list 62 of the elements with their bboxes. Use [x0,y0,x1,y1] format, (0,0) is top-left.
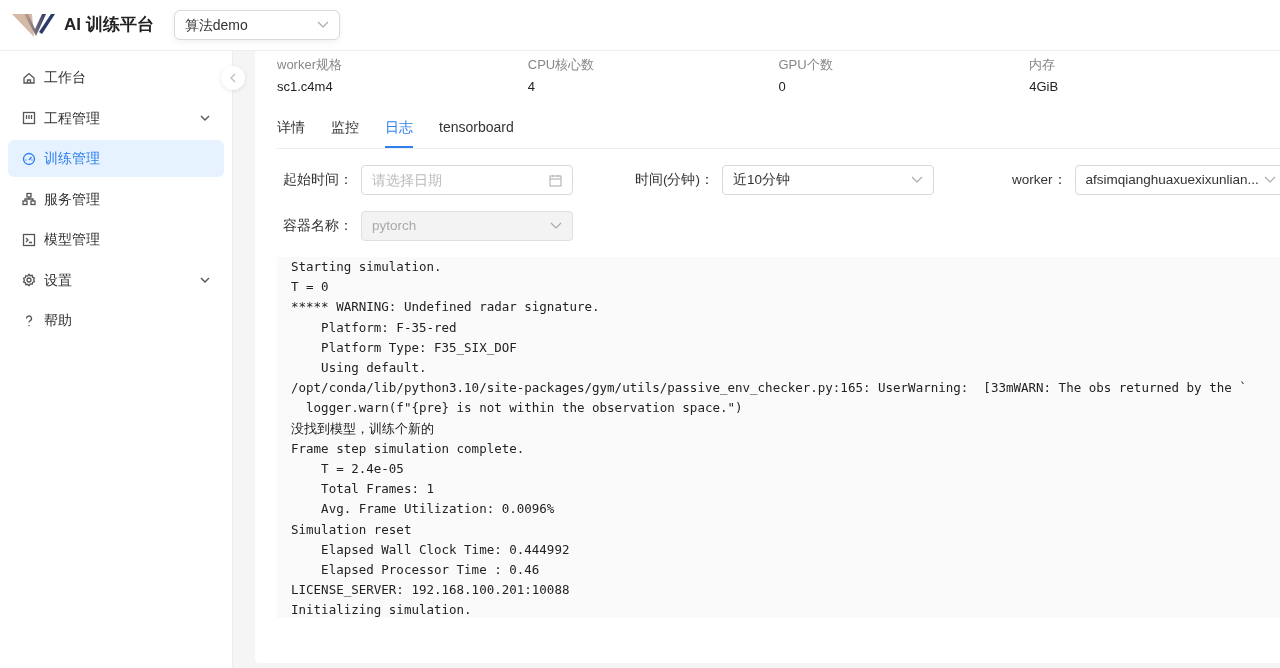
log-line: Elapsed Processor Time : 0.46 [320,561,541,580]
sidebar-item[interactable]: 工作台 [8,59,224,96]
date-field[interactable]: 请选择日期 [361,165,573,195]
chevron-down-icon [550,222,562,230]
tab[interactable]: tensorboard [439,112,514,148]
spec-value: 0 [778,77,787,96]
log-line: ***** WARNING: Undefined radar signature. [291,298,601,317]
home-icon [22,70,36,85]
spec-label: 内存 [1029,56,1057,74]
sidebar-item[interactable]: 设置 [8,261,224,299]
log-line: Initializing simulation. [291,601,473,618]
log-line: Avg. Frame Utilization: 0.0096% [320,500,556,519]
log-line: Using default. [320,359,428,377]
filter-label: 起始时间： [283,170,353,189]
logo-icon [12,12,56,38]
spec-label: worker规格 [277,56,343,74]
log-line: /opt/conda/lib/python3.10/site-packages/gym/utils/passive_env_checker.py:165: UserWarning: [33mWARN: The obs returned by the ` [291,379,1248,398]
spec-value: 4GiB [1029,77,1060,96]
chevron-down-icon [911,176,923,184]
tab[interactable]: 日志 [385,112,413,148]
log-line: Starting simulation. [291,258,443,276]
app-title: AI 训练平台 [64,14,154,37]
settings-icon [22,273,36,287]
log-line: Total Frames: 1 [320,480,435,499]
log-line: LICENSE_SERVER: 192.168.100.201:10088 [291,581,571,600]
log-line: 没找到模型，训练个新的 [291,419,435,438]
log-line: Frame step simulation complete. [291,439,526,458]
log-line: T = 0 [291,278,330,297]
log-line: Platform Type: F35_SIX_DOF [320,338,518,357]
sidebar-item[interactable]: 工程管理 [8,99,224,137]
chevron-left-icon [229,73,237,83]
tab[interactable]: 详情 [277,112,305,148]
sidebar-item[interactable]: 训练管理 [8,140,224,177]
spec-label: GPU个数 [778,56,834,74]
chevron-down-icon [1263,176,1276,184]
hierarchy-icon [22,192,36,206]
chevron-down-icon [200,114,210,122]
spec-value: 4 [527,77,536,96]
filter-label: worker： [1012,170,1067,189]
filter-label: 时间(分钟)： [635,170,714,189]
tab[interactable]: 监控 [331,112,359,148]
chevron-down-icon [316,21,329,29]
sidebar-item[interactable]: 帮助 [8,302,224,339]
log-line: Elapsed Wall Clock Time: 0.444992 [320,540,571,559]
project-select[interactable]: 算法demo [173,10,340,40]
log-line: Simulation reset [291,520,413,539]
filter-label: 容器名称： [283,216,353,235]
log-line: logger.warn(f"{pre} is not within the observation space.") [305,399,744,418]
log-line: Platform: F-35-red [320,318,458,337]
calendar-icon [549,174,562,187]
chevron-down-icon [200,276,210,284]
terminal-icon [22,232,36,247]
log-line: T = 2.4e-05 [320,460,405,479]
sidebar-item[interactable]: 模型管理 [8,221,224,258]
sidebar-item[interactable]: 服务管理 [8,180,224,218]
gauge-icon [22,151,36,166]
collapse-button[interactable] [221,66,245,90]
spec-label: CPU核心数 [527,56,596,74]
select-field[interactable]: 近10分钟 [722,165,934,195]
select-field[interactable]: afsimqianghuaxuexixunlian... [1074,165,1280,195]
spec-value: sc1.c4m4 [277,77,334,96]
board-icon [22,111,36,125]
